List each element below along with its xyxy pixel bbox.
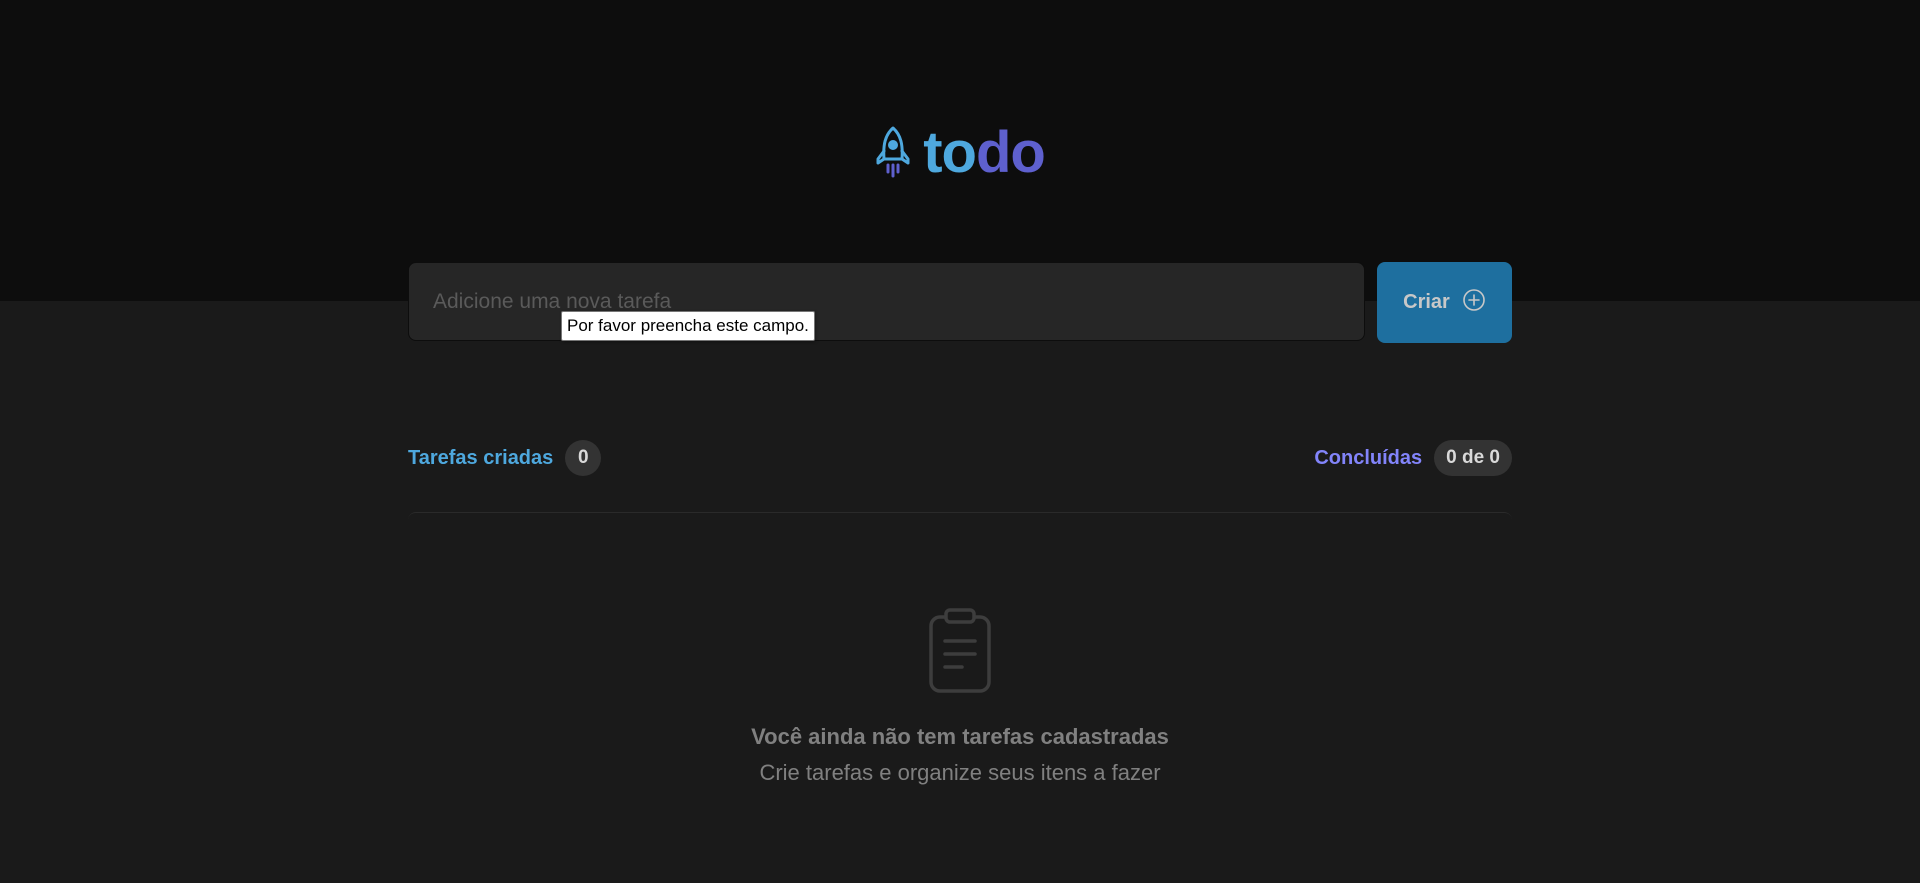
empty-state-subtitle: Crie tarefas e organize seus itens a faz… <box>759 760 1161 785</box>
logo-text-to: to <box>923 120 977 185</box>
logo: todo <box>0 118 1920 188</box>
rocket-icon <box>875 125 911 181</box>
created-tasks-label: Tarefas criadas <box>408 446 554 469</box>
logo-text: todo <box>923 118 1046 188</box>
plus-circle-icon <box>1462 288 1486 318</box>
create-button-label: Criar <box>1403 291 1450 313</box>
create-task-button[interactable]: Criar <box>1377 262 1512 343</box>
completed-tasks-label: Concluídas <box>1314 446 1423 469</box>
completed-tasks-badge: 0 de 0 <box>1434 440 1512 476</box>
logo-text-do: do <box>975 120 1046 185</box>
clipboard-icon <box>928 608 992 699</box>
new-task-input[interactable] <box>408 262 1365 341</box>
empty-state-title: Você ainda não tem tarefas cadastradas <box>751 724 1169 749</box>
empty-task-list: Você ainda não tem tarefas cadastradas C… <box>408 512 1512 843</box>
created-tasks-badge: 0 <box>565 440 602 476</box>
validation-tooltip: Por favor preencha este campo. <box>561 311 815 341</box>
created-tasks-counter: Tarefas criadas 0 <box>408 440 602 476</box>
task-counters: Tarefas criadas 0 Concluídas 0 de 0 <box>408 440 1512 476</box>
completed-tasks-counter: Concluídas 0 de 0 <box>1314 440 1512 476</box>
